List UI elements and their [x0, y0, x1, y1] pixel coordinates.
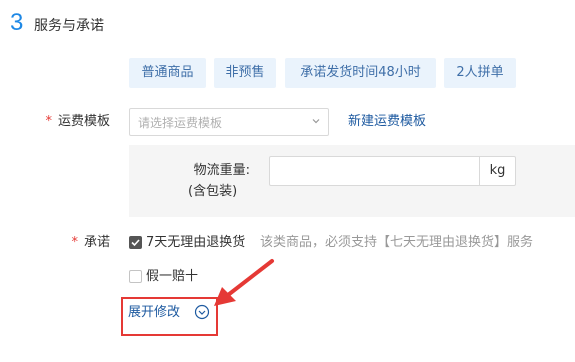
select-placeholder: 请选择运费模板 [138, 116, 223, 130]
promise-label: * 承诺 [66, 233, 110, 253]
annotation-arrow-icon [214, 259, 274, 306]
shipping-template-select[interactable]: 请选择运费模板 [129, 108, 329, 136]
return-7day-label[interactable]: 7天无理由退换货 [146, 233, 245, 253]
tag-normal-goods: 普通商品 [129, 58, 206, 88]
required-mark: * [71, 235, 78, 250]
return-7day-hint: 该类商品，必须支持【七天无理由退换货】服务 [260, 235, 534, 250]
weight-sublabel: (含包装) [188, 184, 238, 199]
shipping-template-label-text: 运费模板 [57, 114, 110, 129]
weight-input[interactable] [269, 156, 480, 186]
promise-label-text: 承诺 [83, 235, 110, 250]
fake-pay-ten-label[interactable]: 假一赔十 [146, 267, 198, 287]
tag-non-presale: 非预售 [214, 58, 276, 88]
section-number: 3 [10, 9, 24, 36]
tag-group-buy: 2人拼单 [444, 58, 516, 88]
new-shipping-template-link[interactable]: 新建运费模板 [348, 112, 426, 132]
weight-label: 物流重量: [193, 163, 250, 178]
section-title: 服务与承诺 [34, 18, 104, 34]
shipping-template-label: * 运费模板 [40, 112, 110, 132]
fake-pay-ten-checkbox[interactable] [129, 270, 142, 283]
weight-unit: kg [479, 156, 516, 186]
chevron-down-icon [312, 119, 320, 124]
tag-ship-time: 承诺发货时间48小时 [285, 58, 436, 88]
required-mark: * [45, 114, 52, 129]
checkmark-icon [131, 239, 140, 247]
expand-modify-link[interactable]: 展开修改 [128, 303, 180, 323]
return-7day-checkbox[interactable] [129, 236, 142, 249]
